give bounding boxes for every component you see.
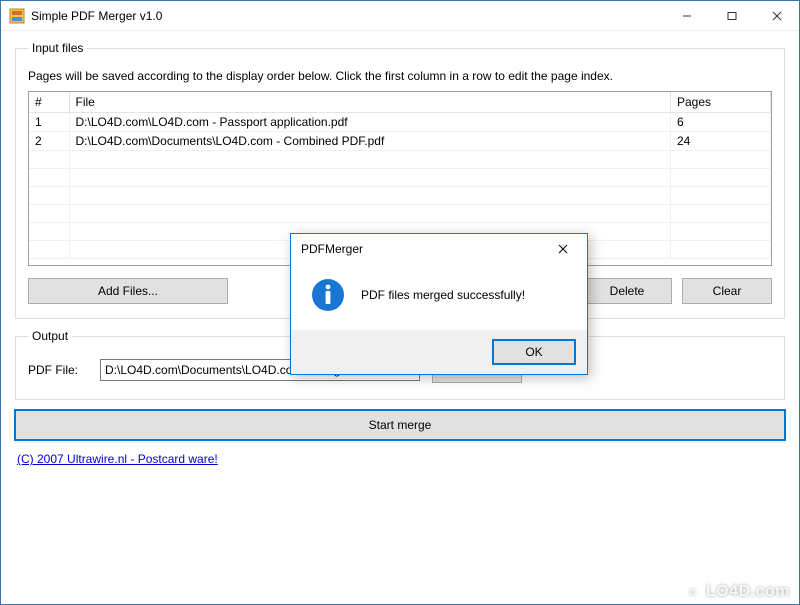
cell-pages[interactable]: 6 — [671, 113, 771, 132]
input-hint: Pages will be saved according to the dis… — [28, 69, 772, 83]
table-row[interactable]: 2 D:\LO4D.com\Documents\LO4D.com - Combi… — [29, 132, 771, 151]
table-row[interactable] — [29, 205, 771, 223]
close-button[interactable] — [754, 1, 799, 30]
info-icon — [311, 278, 345, 312]
window-title: Simple PDF Merger v1.0 — [31, 9, 162, 23]
add-files-button[interactable]: Add Files... — [28, 278, 228, 304]
col-header-pages[interactable]: Pages — [671, 92, 771, 113]
dialog-titlebar: PDFMerger — [291, 234, 587, 264]
output-label: PDF File: — [28, 363, 88, 377]
app-icon — [9, 8, 25, 24]
message-dialog: PDFMerger PDF files merged successfully!… — [290, 233, 588, 375]
cell-index[interactable]: 1 — [29, 113, 69, 132]
dialog-message: PDF files merged successfully! — [361, 288, 525, 302]
delete-button[interactable]: Delete — [582, 278, 672, 304]
dialog-close-button[interactable] — [545, 237, 581, 261]
col-header-index[interactable]: # — [29, 92, 69, 113]
clear-button[interactable]: Clear — [682, 278, 772, 304]
input-files-legend: Input files — [28, 41, 87, 55]
cell-index[interactable]: 2 — [29, 132, 69, 151]
minimize-button[interactable] — [664, 1, 709, 30]
table-row[interactable] — [29, 151, 771, 169]
dialog-title: PDFMerger — [301, 242, 363, 256]
cell-file[interactable]: D:\LO4D.com\Documents\LO4D.com - Combine… — [69, 132, 671, 151]
cell-file[interactable]: D:\LO4D.com\LO4D.com - Passport applicat… — [69, 113, 671, 132]
grid-header-row: # File Pages — [29, 92, 771, 113]
table-row[interactable]: 1 D:\LO4D.com\LO4D.com - Passport applic… — [29, 113, 771, 132]
col-header-file[interactable]: File — [69, 92, 671, 113]
cell-pages[interactable]: 24 — [671, 132, 771, 151]
maximize-button[interactable] — [709, 1, 754, 30]
window-controls — [664, 1, 799, 30]
output-legend: Output — [28, 329, 72, 343]
dialog-ok-button[interactable]: OK — [493, 340, 575, 364]
start-merge-button[interactable]: Start merge — [15, 410, 785, 440]
titlebar: Simple PDF Merger v1.0 — [1, 1, 799, 31]
footer-link[interactable]: (C) 2007 Ultrawire.nl - Postcard ware! — [15, 450, 785, 472]
table-row[interactable] — [29, 187, 771, 205]
table-row[interactable] — [29, 169, 771, 187]
